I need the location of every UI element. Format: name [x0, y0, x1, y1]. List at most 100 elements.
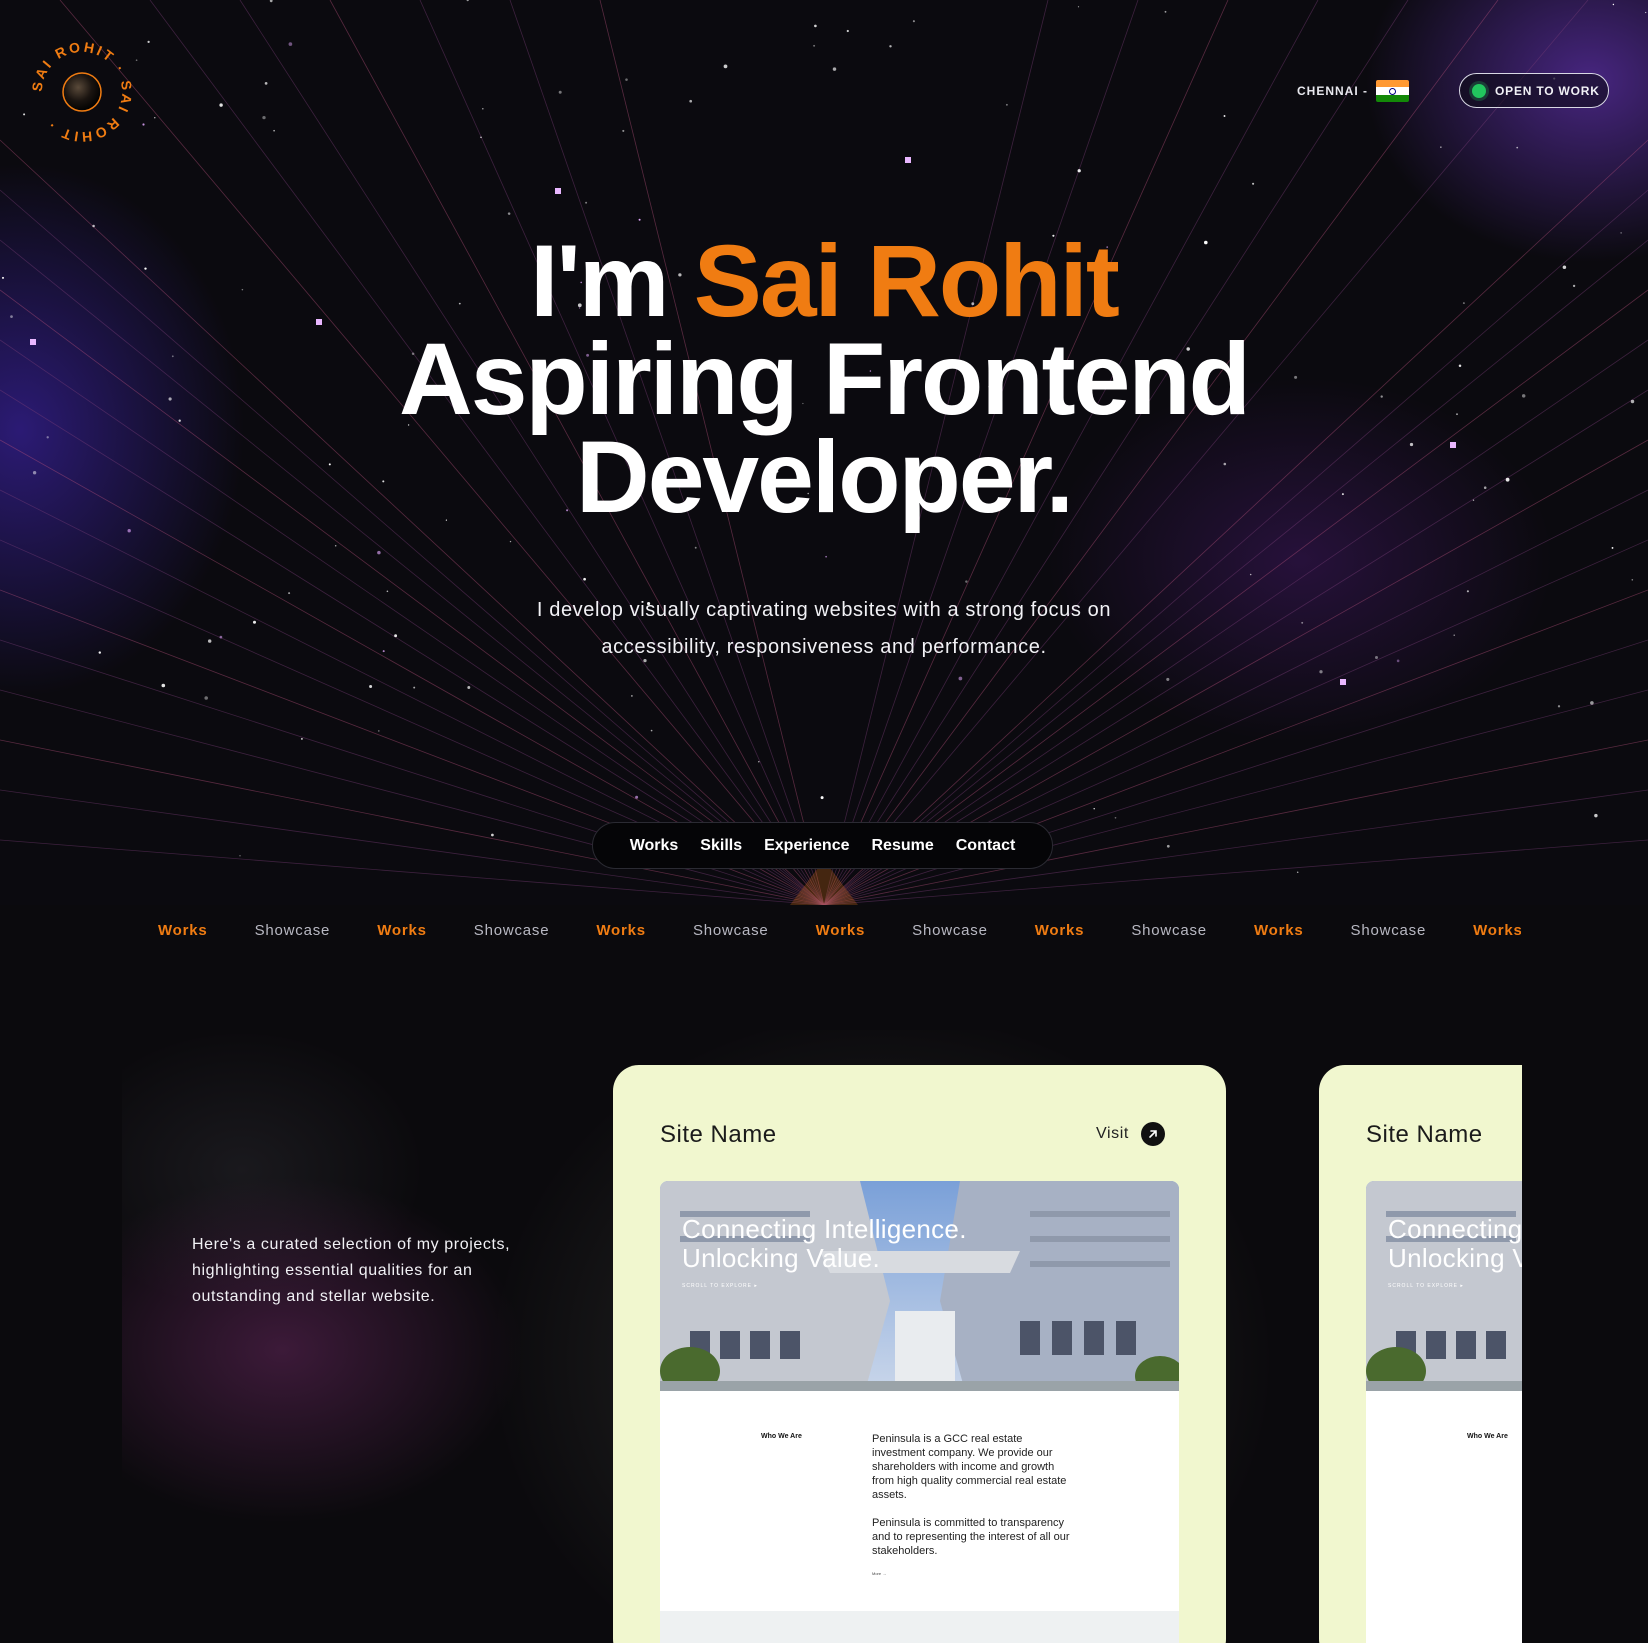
preview-footer	[660, 1611, 1179, 1643]
star	[142, 123, 145, 126]
star	[1440, 146, 1442, 148]
star	[1166, 844, 1170, 848]
star	[491, 833, 494, 837]
star	[23, 113, 26, 116]
star	[622, 129, 625, 132]
star	[207, 639, 212, 643]
star	[912, 20, 915, 23]
star	[889, 45, 892, 48]
star	[154, 117, 156, 119]
star	[1223, 115, 1226, 117]
marquee-item: Showcase	[254, 921, 331, 939]
star	[300, 737, 303, 740]
star	[1077, 169, 1081, 173]
visit-label: Visit	[1096, 1125, 1129, 1142]
star	[288, 592, 291, 595]
star	[1375, 656, 1378, 659]
preview-scroll-hint: SCROLL TO EXPLORE ▸	[682, 1283, 758, 1289]
preview-scroll-hint: SCROLL TO EXPLORE ▸	[1388, 1283, 1464, 1289]
star	[689, 99, 693, 103]
preview-hero-image: Connecting Intelligence.Unlocking Value.…	[1366, 1181, 1522, 1391]
sai-rohit-logo[interactable]: SAI ROHIT · SAI ROHIT ·	[30, 40, 134, 144]
works-section: Here's a curated selection of my project…	[122, 1030, 1522, 1643]
star	[127, 529, 131, 533]
marquee-item: Showcase	[1131, 921, 1207, 939]
open-to-work-label: OPEN TO WORK	[1495, 83, 1600, 98]
star	[1005, 103, 1008, 106]
star	[413, 686, 416, 689]
star	[1516, 146, 1519, 149]
star	[1319, 670, 1323, 674]
who-we-are-label: Who We Are	[1467, 1433, 1508, 1440]
works-intro: Here's a curated selection of my project…	[192, 1236, 511, 1305]
star	[820, 796, 824, 800]
star	[638, 218, 641, 221]
star	[1645, 11, 1647, 14]
sparkle	[905, 157, 911, 163]
star	[650, 729, 653, 732]
star	[482, 108, 484, 110]
star	[239, 855, 241, 857]
star	[1466, 590, 1469, 593]
marquee-item: Showcase	[1350, 921, 1427, 939]
hero-role-line1: Aspiring Frontend	[399, 322, 1251, 436]
star	[98, 651, 101, 654]
star	[1296, 871, 1299, 874]
star	[269, 0, 273, 3]
star	[382, 650, 385, 653]
hero-role-line2: Developer.	[576, 420, 1074, 534]
nav-item-works[interactable]: Works	[630, 837, 679, 855]
star	[1612, 3, 1615, 6]
star	[386, 590, 389, 593]
star	[958, 676, 963, 681]
main-nav: Works Skills Experience Resume Contact	[592, 822, 1053, 869]
star	[377, 730, 380, 732]
about-text: Peninsula is a GCC real estate investmen…	[872, 1433, 1067, 1501]
star	[814, 24, 817, 28]
marquee-item: Works	[1034, 921, 1085, 939]
marquee-item: Works	[1473, 921, 1521, 939]
star	[1114, 816, 1117, 819]
sparkle	[1340, 679, 1346, 685]
arrow-up-right-icon[interactable]	[1140, 1122, 1165, 1146]
star	[161, 683, 166, 688]
nav-item-resume[interactable]: Resume	[872, 837, 934, 855]
project-card[interactable]: Site Name Visit Connecting Intelligence.…	[613, 1065, 1226, 1643]
star	[219, 103, 223, 107]
hero-name: Sai Rohit	[693, 224, 1120, 338]
star	[832, 67, 837, 71]
open-to-work-button[interactable]: OPEN TO WORK	[1459, 73, 1609, 108]
star	[369, 685, 373, 688]
nav-item-skills[interactable]: Skills	[700, 837, 742, 855]
project-preview[interactable]: Connecting Intelligence.Unlocking Value.…	[660, 1181, 1179, 1643]
hero-subtitle-line2: accessibility, responsiveness and perfor…	[601, 636, 1047, 658]
project-card[interactable]: Site Name Connecting Unlocking V SCROLL …	[1319, 1065, 1522, 1643]
star	[1301, 621, 1304, 624]
location-text: CHENNAI -	[1297, 84, 1368, 98]
more-link: More →	[872, 1571, 887, 1576]
nav-item-contact[interactable]: Contact	[956, 837, 1016, 855]
hero-subtitle-line1: I develop visually captivating websites …	[536, 599, 1112, 621]
star	[585, 201, 588, 204]
star	[846, 29, 849, 33]
star	[135, 59, 138, 62]
india-flag-icon	[1376, 80, 1409, 102]
marquee-item: Works	[596, 921, 646, 939]
star	[264, 82, 268, 85]
star	[467, 686, 471, 689]
star	[1077, 6, 1080, 8]
star	[262, 115, 266, 120]
location: CHENNAI -	[1297, 80, 1409, 102]
marquee-item: Works	[377, 921, 427, 939]
nav-item-experience[interactable]: Experience	[764, 837, 849, 855]
star	[273, 129, 275, 132]
star	[92, 224, 95, 228]
star	[723, 64, 728, 69]
project-site-name: Site Name	[1366, 1121, 1483, 1148]
star	[1590, 701, 1594, 705]
project-preview[interactable]: Connecting Intelligence.Unlocking Value.…	[1366, 1181, 1522, 1643]
star	[825, 555, 827, 558]
star	[1164, 10, 1167, 13]
marquee-item: Works	[158, 921, 208, 939]
visit-link[interactable]: Visit	[1096, 1122, 1165, 1146]
